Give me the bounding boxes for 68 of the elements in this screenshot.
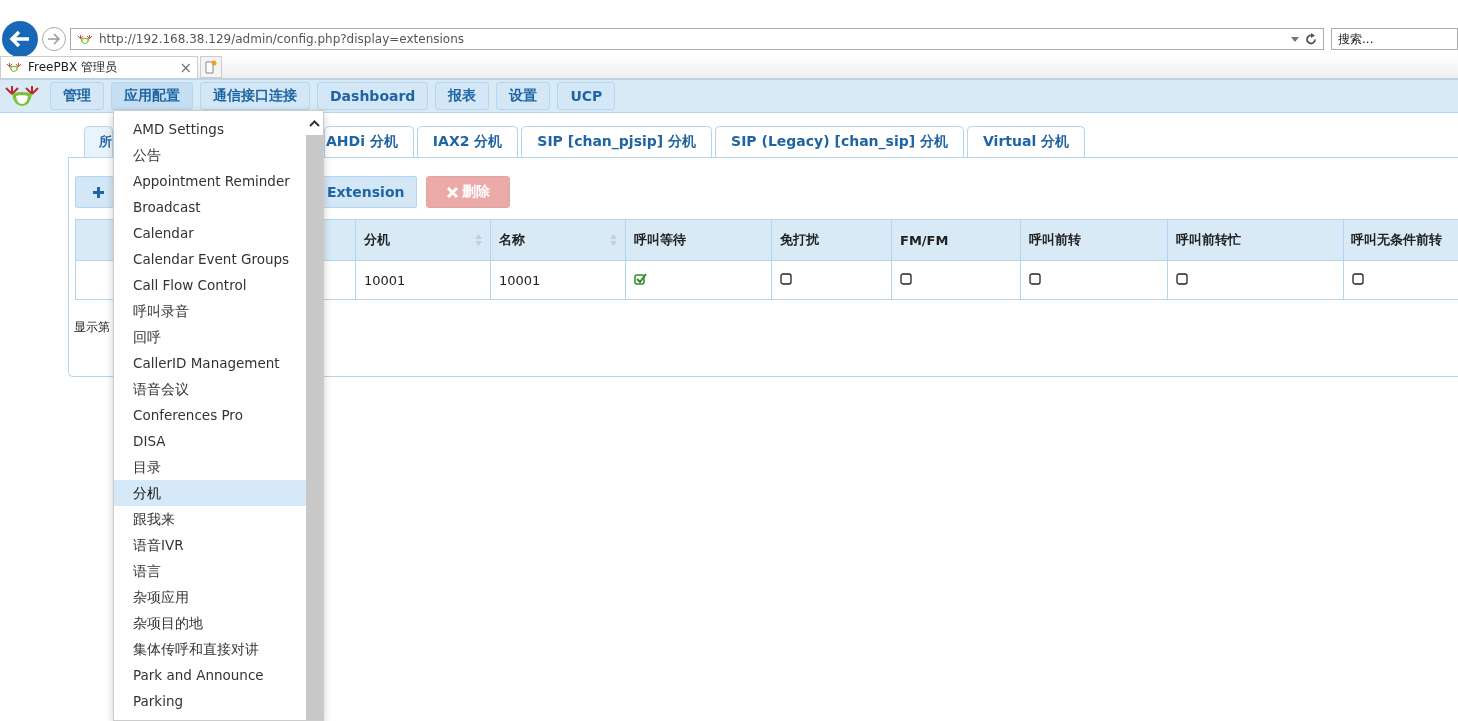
menu-item[interactable]: 语言	[114, 558, 306, 584]
browser-tab[interactable]: FreePBX 管理员 ×	[0, 56, 198, 78]
menu-item[interactable]: 集体传呼和直接对讲	[114, 636, 306, 662]
menu-item[interactable]: 呼叫录音	[114, 298, 306, 324]
plus-icon	[93, 186, 104, 198]
menu-item[interactable]: 分机	[114, 480, 306, 506]
menu-item[interactable]: 回呼	[114, 324, 306, 350]
menu-item[interactable]: Broadcast	[114, 194, 306, 220]
column-header[interactable]: 名称	[490, 219, 626, 261]
menu-item[interactable]: 杂项应用	[114, 584, 306, 610]
page-icon	[205, 60, 217, 74]
nav-menu-button[interactable]: 应用配置	[111, 82, 193, 110]
close-icon	[446, 186, 458, 198]
caret-icon[interactable]	[1291, 36, 1299, 42]
menu-item[interactable]: 杂项目的地	[114, 610, 306, 636]
menu-item[interactable]: Park and Announce	[114, 662, 306, 688]
nav-menu-button[interactable]: UCP	[557, 82, 616, 110]
scrollbar[interactable]	[306, 111, 323, 720]
menu-item[interactable]: Call Flow Control	[114, 272, 306, 298]
column-header[interactable]: 免打扰	[771, 219, 892, 261]
back-button[interactable]	[2, 21, 38, 57]
menu-item[interactable]: CallerID Management	[114, 350, 306, 376]
close-icon[interactable]: ×	[179, 58, 192, 77]
column-header[interactable]: 呼叫无条件前转	[1343, 219, 1458, 261]
column-header[interactable]: FM/FM	[891, 219, 1021, 261]
column-header[interactable]: 呼叫前转忙	[1167, 219, 1344, 261]
menu-item[interactable]: 公告	[114, 142, 306, 168]
forward-button[interactable]	[42, 27, 66, 51]
nav-menu-button[interactable]: Dashboard	[317, 82, 429, 110]
column-header[interactable]: 分机	[355, 219, 491, 261]
tab[interactable]: Virtual 分机	[967, 126, 1086, 157]
menu-item[interactable]: 目录	[114, 454, 306, 480]
pagination-text: 显示第	[74, 319, 111, 336]
tab[interactable]: SIP (Legacy) [chan_sip] 分机	[715, 126, 964, 157]
column-header[interactable]: 呼叫等待	[625, 219, 772, 261]
chevron-up-icon[interactable]	[309, 119, 320, 127]
menu-item[interactable]: Calendar Event Groups	[114, 246, 306, 272]
table-cell: 10001	[355, 260, 491, 300]
frog-icon	[77, 33, 93, 45]
menu-item[interactable]: Parking	[114, 688, 306, 714]
menu-item[interactable]: Conferences Pro	[114, 402, 306, 428]
address-bar[interactable]: http://192.168.38.129/admin/config.php?display=extensions	[70, 28, 1324, 50]
tab[interactable]: 所	[84, 126, 113, 157]
menu-item[interactable]: 语音会议	[114, 376, 306, 402]
nav-menu-button[interactable]: 报表	[435, 82, 490, 110]
url-text: http://192.168.38.129/admin/config.php?display=extensions	[99, 32, 466, 46]
column-header[interactable]: 呼叫前转	[1020, 219, 1168, 261]
menu-item[interactable]: Appointment Reminder	[114, 168, 306, 194]
frog-logo[interactable]	[4, 84, 40, 108]
add-button[interactable]	[75, 176, 113, 208]
arrow-left-icon	[9, 30, 31, 48]
tab[interactable]: SIP [chan_pjsip] 分机	[521, 126, 713, 157]
tab[interactable]: AHDi 分机	[324, 126, 414, 157]
table-cell: 10001	[490, 260, 626, 300]
menu-item[interactable]: 语音IVR	[114, 532, 306, 558]
menu-item[interactable]: DISA	[114, 428, 306, 454]
nav-menu-button[interactable]: 设置	[496, 82, 551, 110]
arrow-right-icon	[47, 33, 61, 45]
tab[interactable]: IAX2 分机	[416, 126, 519, 157]
frog-icon	[6, 62, 22, 73]
search-field[interactable]: 搜索...	[1331, 28, 1458, 50]
nav-menu-button[interactable]: 管理	[50, 82, 104, 110]
menu-item[interactable]: AMD Settings	[114, 116, 306, 142]
extension-button[interactable]: Extension	[324, 176, 418, 208]
menu-item[interactable]: Calendar	[114, 220, 306, 246]
menu-item[interactable]: 跟我来	[114, 506, 306, 532]
nav-menu-button[interactable]: 通信接口连接	[200, 82, 310, 110]
refresh-icon[interactable]	[1305, 32, 1317, 46]
